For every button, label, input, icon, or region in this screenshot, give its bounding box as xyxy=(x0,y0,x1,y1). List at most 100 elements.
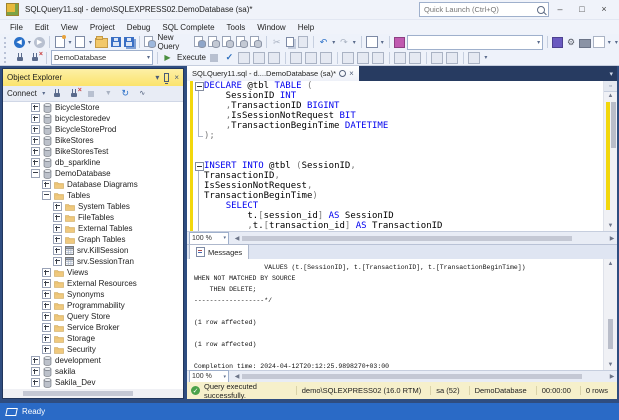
copy-button[interactable] xyxy=(284,36,295,49)
tree-item[interactable]: development xyxy=(3,355,183,366)
disconnect-icon-button[interactable]: × xyxy=(29,51,42,64)
chevron-down-icon[interactable]: ▾ xyxy=(144,54,150,61)
code-line[interactable]: ,TransactionID BIGINT xyxy=(187,101,604,111)
expand-icon[interactable] xyxy=(31,147,40,156)
object-explorer-hscrollbar[interactable] xyxy=(3,389,183,398)
live-query-stats-button[interactable] xyxy=(305,51,318,64)
menu-help[interactable]: Help xyxy=(292,22,320,33)
new-query-button[interactable]: New Query xyxy=(158,33,193,51)
menu-sql-complete[interactable]: SQL Complete xyxy=(156,22,220,33)
expand-icon[interactable] xyxy=(53,257,62,266)
new-analysis-query-button-1[interactable] xyxy=(208,36,220,49)
expand-icon[interactable] xyxy=(42,301,51,310)
execute-button[interactable]: Execute xyxy=(177,53,206,62)
tree-item[interactable]: External Resources xyxy=(3,278,183,289)
connect-object-explorer-icon[interactable] xyxy=(51,87,64,100)
cut-button[interactable]: ✂ xyxy=(271,36,282,49)
results-to-text-button[interactable] xyxy=(342,51,355,64)
tree-item[interactable]: BikeStoresTest xyxy=(3,146,183,157)
code-line[interactable] xyxy=(187,151,604,161)
scroll-down-icon[interactable]: ▼ xyxy=(604,360,617,370)
expand-icon[interactable] xyxy=(42,268,51,277)
menu-edit[interactable]: Edit xyxy=(29,22,55,33)
expand-icon[interactable] xyxy=(42,312,51,321)
tree-item[interactable]: Database Diagrams xyxy=(3,179,183,190)
expand-icon[interactable] xyxy=(31,367,40,376)
code-line[interactable]: ,TransactionBeginTime DATETIME xyxy=(187,121,604,131)
expand-icon[interactable] xyxy=(42,279,51,288)
tree-item[interactable]: DemoDatabase xyxy=(3,168,183,179)
results-to-grid-button[interactable] xyxy=(357,51,370,64)
menu-view[interactable]: View xyxy=(55,22,84,33)
toolbar-overflow-button[interactable]: ▾ xyxy=(483,54,489,61)
minimize-button[interactable]: – xyxy=(549,4,571,16)
messages-scroll-thumb[interactable] xyxy=(608,319,613,349)
sql-complete-button[interactable] xyxy=(394,36,405,49)
window-position-icon[interactable]: ▾ xyxy=(155,73,159,82)
tree-item[interactable]: External Tables xyxy=(3,223,183,234)
code-line[interactable]: SELECT xyxy=(187,201,604,211)
disconnect-icon[interactable]: × xyxy=(68,87,81,100)
expand-icon[interactable] xyxy=(31,378,40,387)
expand-icon[interactable] xyxy=(42,323,51,332)
new-analysis-query-button-4[interactable] xyxy=(250,36,262,49)
code-line[interactable] xyxy=(187,141,604,151)
outdent-button[interactable] xyxy=(446,51,459,64)
connect-button[interactable]: Connect xyxy=(7,89,37,98)
intellisense-button[interactable] xyxy=(268,51,281,64)
code-line[interactable]: TransactionID, xyxy=(187,171,604,181)
chevron-down-icon[interactable]: ▾ xyxy=(534,39,540,46)
tree-item[interactable]: Service Broker xyxy=(3,322,183,333)
tree-item[interactable]: Security xyxy=(3,344,183,355)
messages-tab[interactable]: Messages xyxy=(189,244,249,259)
toolbox-button[interactable] xyxy=(579,36,591,49)
scroll-right-icon[interactable]: ▶ xyxy=(607,235,617,242)
maximize-button[interactable]: □ xyxy=(571,4,593,16)
tree-item[interactable]: srv.KillSession xyxy=(3,245,183,256)
tree-item[interactable]: Sakila_Dev xyxy=(3,377,183,388)
code-line[interactable]: IsSessionNotRequest, xyxy=(187,181,604,191)
fold-collapse-icon[interactable] xyxy=(195,82,204,91)
expand-icon[interactable] xyxy=(42,180,51,189)
filter-icon[interactable]: ▼ xyxy=(102,87,115,100)
query-options-button[interactable] xyxy=(253,51,266,64)
expand-icon[interactable] xyxy=(31,136,40,145)
redo-button[interactable]: ↷ xyxy=(338,36,349,49)
tree-item[interactable]: db_sparkline xyxy=(3,157,183,168)
cancel-query-button[interactable] xyxy=(208,51,221,64)
add-item-button[interactable] xyxy=(75,36,86,49)
menu-window[interactable]: Window xyxy=(251,22,291,33)
expand-icon[interactable] xyxy=(31,114,40,123)
scroll-left-icon[interactable]: ◀ xyxy=(232,373,242,380)
scroll-down-icon[interactable]: ▼ xyxy=(604,221,617,231)
scroll-right-icon[interactable]: ▶ xyxy=(607,373,617,380)
collapse-icon[interactable] xyxy=(42,191,51,200)
editor-vscrollbar[interactable]: ▫ ▲ ▼ xyxy=(603,81,617,231)
redo-dropdown[interactable]: ▾ xyxy=(352,39,357,46)
code-line[interactable]: ,t.[transaction_id] AS TransactionID xyxy=(187,221,604,231)
new-file-dropdown[interactable]: ▾ xyxy=(67,39,72,46)
display-estimated-plan-button[interactable] xyxy=(238,51,251,64)
results-to-file-button[interactable] xyxy=(372,51,385,64)
expand-icon[interactable] xyxy=(31,103,40,112)
close-button[interactable]: × xyxy=(593,4,615,16)
toolbar-overflow-button[interactable]: ▾ xyxy=(614,39,619,46)
code-line[interactable]: TransactionBeginTime) xyxy=(187,191,604,201)
messages-vscrollbar[interactable]: ▲ ▼ xyxy=(603,259,617,370)
paste-button[interactable] xyxy=(298,36,309,49)
include-actual-plan-button[interactable] xyxy=(290,51,303,64)
chevron-down-icon[interactable]: ▾ xyxy=(223,235,226,241)
parse-button[interactable]: ✓ xyxy=(223,51,236,64)
tools-wrench-button[interactable]: ⚙ xyxy=(565,36,576,49)
undo-dropdown[interactable]: ▾ xyxy=(331,39,336,46)
editor-scroll-thumb[interactable] xyxy=(611,102,616,148)
tree-item[interactable]: BicycleStore xyxy=(3,102,183,113)
save-button[interactable] xyxy=(110,36,121,49)
tree-item[interactable]: Programmability xyxy=(3,300,183,311)
specify-values-button[interactable] xyxy=(468,51,481,64)
fold-collapse-icon[interactable] xyxy=(195,162,204,171)
uncomment-button[interactable] xyxy=(409,51,422,64)
collapse-icon[interactable] xyxy=(31,169,40,178)
tree-item[interactable]: Tables xyxy=(3,190,183,201)
code-line[interactable]: ,IsSessionNotRequest BIT xyxy=(187,111,604,121)
